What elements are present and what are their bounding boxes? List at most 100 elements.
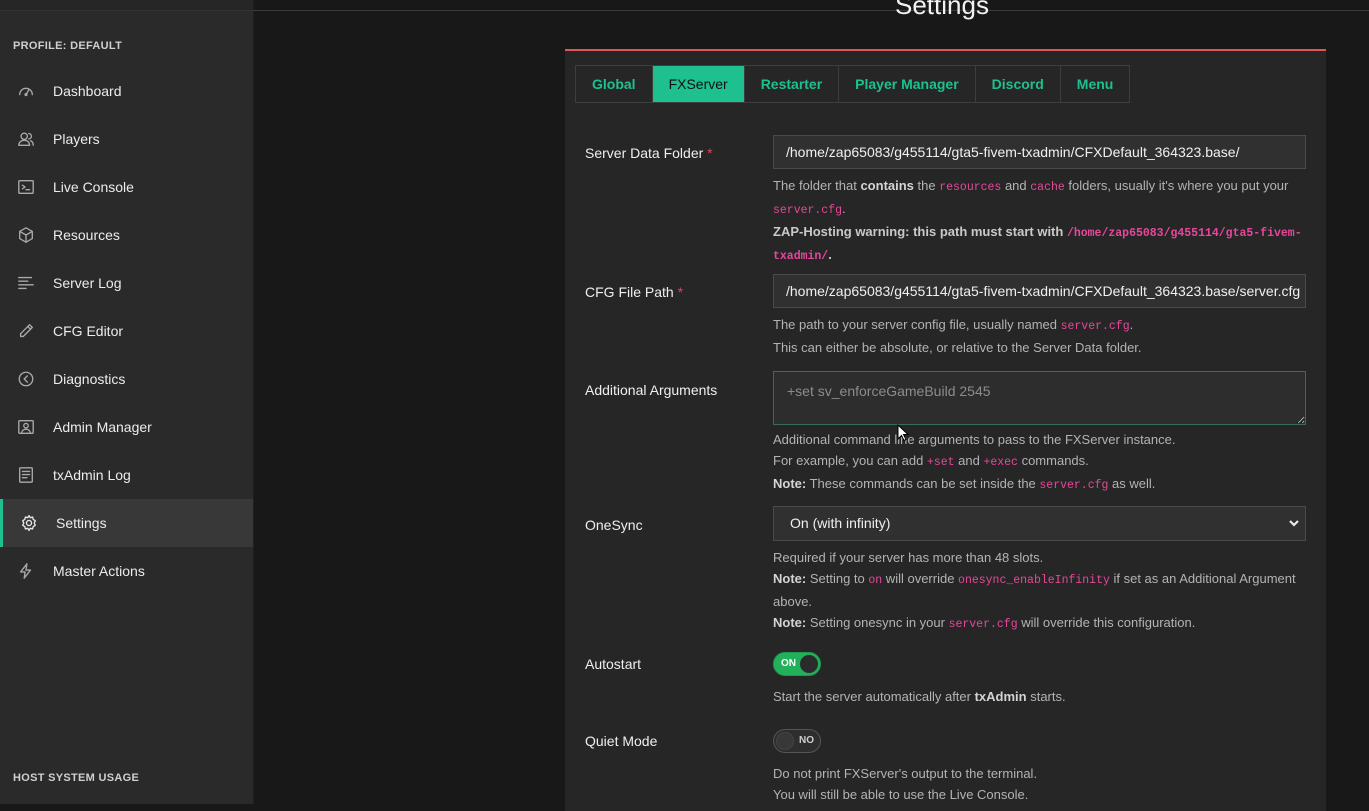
host-usage-label: HOST SYSTEM USAGE xyxy=(13,772,140,784)
cube-icon xyxy=(16,225,36,245)
sidebar-item-server-log[interactable]: Server Log xyxy=(0,259,253,307)
help-text: Do not print FXServer's output to the te… xyxy=(773,766,1038,781)
help-text: Setting onesync in your xyxy=(806,615,949,630)
quiet-mode-help: Do not print FXServer's output to the te… xyxy=(773,763,1313,805)
additional-arguments-help: Additional command line arguments to pas… xyxy=(773,429,1313,496)
mouse-cursor-icon xyxy=(897,424,909,442)
sidebar-item-label: Admin Manager xyxy=(53,419,152,435)
sidebar-item-cfg-editor[interactable]: CFG Editor xyxy=(0,307,253,355)
help-code: resources xyxy=(939,181,1002,194)
help-text: These commands can be set inside the xyxy=(806,476,1040,491)
onesync-help: Required if your server has more than 48… xyxy=(773,547,1313,635)
sidebar-item-resources[interactable]: Resources xyxy=(0,211,253,259)
cfg-file-path-label: CFG File Path * xyxy=(585,284,683,300)
tab-player-manager[interactable]: Player Manager xyxy=(839,66,976,102)
help-text: starts. xyxy=(1026,689,1066,704)
chevron-circle-icon xyxy=(16,369,36,389)
toggle-knob xyxy=(776,732,794,750)
help-code: +exec xyxy=(983,456,1018,469)
page-title: Settings xyxy=(895,0,989,20)
admin-icon xyxy=(16,417,36,437)
note-label: Note: xyxy=(773,571,807,586)
sidebar-item-label: Server Log xyxy=(53,275,122,291)
sidebar-item-label: Players xyxy=(53,131,100,147)
toggle-text: ON xyxy=(781,658,796,669)
help-code: server.cfg xyxy=(1039,479,1109,492)
sidebar-item-label: Live Console xyxy=(53,179,134,195)
help-text: Setting to xyxy=(806,571,869,586)
sidebar-nav: Dashboard Players Live Console Resources… xyxy=(0,67,253,595)
toggle-text: NO xyxy=(799,735,814,746)
onesync-select-value[interactable]: On (with infinity) xyxy=(773,506,1306,541)
players-icon xyxy=(16,129,36,149)
sidebar-item-settings[interactable]: Settings xyxy=(0,499,253,547)
help-text: For example, you can add xyxy=(773,453,927,468)
quiet-mode-toggle[interactable]: NO xyxy=(773,729,821,753)
required-mark: * xyxy=(677,284,684,300)
toggle-knob xyxy=(800,655,818,673)
help-text: folders, usually it's where you put your xyxy=(1064,178,1289,193)
dashboard-icon xyxy=(16,81,36,101)
warning-text: . xyxy=(828,247,832,262)
sidebar-item-live-console[interactable]: Live Console xyxy=(0,163,253,211)
help-bold: txAdmin xyxy=(974,689,1027,704)
note-label: Note: xyxy=(773,476,807,491)
cfg-file-path-help: The path to your server config file, usu… xyxy=(773,314,1313,358)
help-text: and xyxy=(954,453,984,468)
help-text: will override this configuration. xyxy=(1017,615,1196,630)
sidebar-item-label: txAdmin Log xyxy=(53,467,131,483)
help-text: . xyxy=(842,201,846,216)
onesync-label: OneSync xyxy=(585,517,643,533)
help-code: server.cfg xyxy=(948,618,1018,631)
sidebar-item-txadmin-log[interactable]: txAdmin Log xyxy=(0,451,253,499)
sidebar-item-dashboard[interactable]: Dashboard xyxy=(0,67,253,115)
server-data-folder-input[interactable]: /home/zap65083/g455114/gta5-fivem-txadmi… xyxy=(773,135,1306,169)
help-text: This can either be absolute, or relative… xyxy=(773,340,1142,355)
additional-arguments-textarea[interactable] xyxy=(773,371,1306,425)
note-label: Note: xyxy=(773,615,807,630)
cfg-file-path-label-text: CFG File Path xyxy=(585,284,674,300)
quiet-mode-label: Quiet Mode xyxy=(585,733,658,749)
warning-text: ZAP-Hosting warning: this path must star… xyxy=(773,224,1067,239)
help-code: onesync_enableInfinity xyxy=(958,574,1110,587)
additional-arguments-label: Additional Arguments xyxy=(585,382,718,398)
help-text: The path to your server config file, usu… xyxy=(773,317,1061,332)
zap-hosting-warning: ZAP-Hosting warning: this path must star… xyxy=(773,224,1302,263)
help-text: and xyxy=(1001,178,1031,193)
tab-menu[interactable]: Menu xyxy=(1061,66,1130,102)
sidebar-item-diagnostics[interactable]: Diagnostics xyxy=(0,355,253,403)
sidebar-item-label: Dashboard xyxy=(53,83,122,99)
help-text: You will still be able to use the Live C… xyxy=(773,787,1029,802)
profile-label: PROFILE: DEFAULT xyxy=(13,40,123,52)
help-text: . xyxy=(1129,317,1134,332)
autostart-toggle[interactable]: ON xyxy=(773,652,821,676)
gear-icon xyxy=(19,513,39,533)
tab-global[interactable]: Global xyxy=(576,66,653,102)
onesync-select[interactable]: On (with infinity) xyxy=(773,506,1306,541)
help-text: as well. xyxy=(1108,476,1156,491)
document-icon xyxy=(16,465,36,485)
help-text: commands. xyxy=(1017,453,1089,468)
tab-discord[interactable]: Discord xyxy=(976,66,1061,102)
sidebar-item-label: Master Actions xyxy=(53,563,145,579)
chevron-down-icon xyxy=(1288,516,1300,528)
sidebar-item-label: Diagnostics xyxy=(53,371,126,387)
help-code: server.cfg xyxy=(773,204,843,217)
sidebar-item-admin-manager[interactable]: Admin Manager xyxy=(0,403,253,451)
list-icon xyxy=(16,273,36,293)
help-code: +set xyxy=(926,456,955,469)
sidebar-item-master-actions[interactable]: Master Actions xyxy=(0,547,253,595)
tab-restarter[interactable]: Restarter xyxy=(745,66,840,102)
autostart-label: Autostart xyxy=(585,656,642,672)
sidebar-topbar xyxy=(0,0,253,11)
required-mark: * xyxy=(707,145,713,161)
cfg-file-path-input[interactable]: /home/zap65083/g455114/gta5-fivem-txadmi… xyxy=(773,274,1306,308)
help-text: Required if your server has more than 48… xyxy=(773,550,1044,565)
settings-tabs: Global FXServer Restarter Player Manager… xyxy=(575,65,1131,103)
settings-card: Global FXServer Restarter Player Manager… xyxy=(565,49,1326,811)
tab-fxserver[interactable]: FXServer xyxy=(652,66,745,102)
sidebar-item-players[interactable]: Players xyxy=(0,115,253,163)
help-bold: contains xyxy=(860,178,914,193)
server-data-folder-label: Server Data Folder * xyxy=(585,145,713,161)
sidebar-item-label: Resources xyxy=(53,227,120,243)
